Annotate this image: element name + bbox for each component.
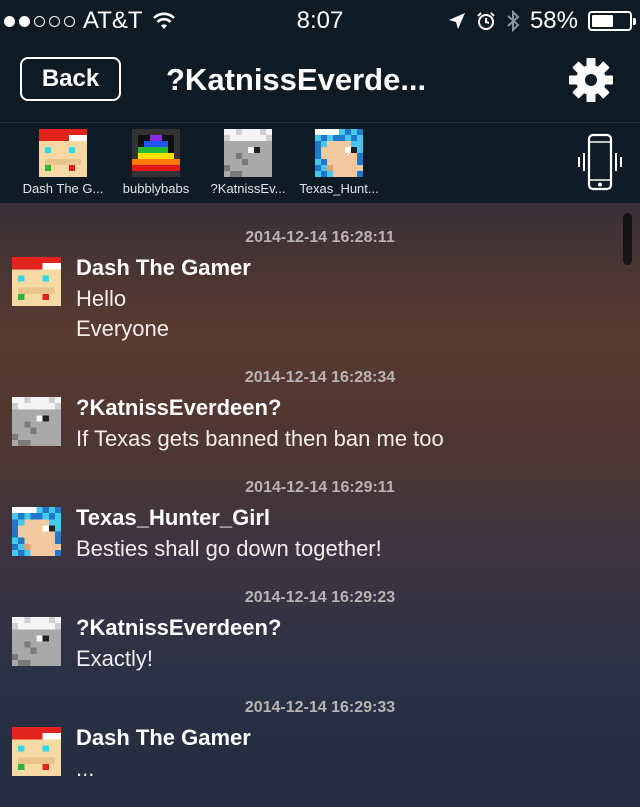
message-sender: ?KatnissEverdeen? — [76, 615, 282, 640]
nav-bar: Back ?KatnissEverde... — [0, 40, 640, 121]
location-arrow-icon — [448, 12, 466, 30]
message-text: Besties shall go down together! — [76, 536, 382, 561]
battery-level — [592, 15, 613, 27]
katniss-avatar[interactable] — [12, 397, 61, 446]
vibrate-phone-icon[interactable] — [576, 133, 624, 191]
message-timestamp: 2014-12-14 16:29:33 — [244, 699, 396, 716]
dash-avatar — [39, 129, 87, 177]
dash-avatar[interactable] — [12, 727, 61, 776]
member-strip: Dash The G... bubblybabs ?KatnissEv... T… — [0, 122, 640, 204]
message-sender: Texas_Hunter_Girl — [76, 505, 271, 530]
message-text: Hello — [76, 286, 127, 311]
message-text: If Texas gets banned then ban me too — [76, 426, 444, 451]
texas-avatar — [315, 129, 363, 177]
member-katniss[interactable]: ?KatnissEv... — [202, 129, 294, 196]
katniss-avatar — [224, 129, 272, 177]
alarm-clock-icon — [476, 11, 496, 31]
member-name: Dash The G... — [22, 181, 104, 196]
chat-title: ?KatnissEverde... — [166, 62, 427, 97]
texas-avatar[interactable] — [12, 507, 61, 556]
back-button[interactable]: Back — [20, 57, 121, 101]
member-name: bubblybabs — [122, 181, 190, 196]
message-text: Everyone — [76, 316, 169, 341]
member-dash[interactable]: Dash The G... — [17, 129, 109, 196]
gear-icon[interactable] — [568, 57, 614, 103]
message-sender: Dash The Gamer — [76, 255, 251, 280]
message-text: ... — [76, 756, 95, 781]
message-timestamp: 2014-12-14 16:29:11 — [245, 479, 395, 496]
katniss-avatar[interactable] — [12, 617, 61, 666]
member-texas[interactable]: Texas_Hunt... — [293, 129, 385, 196]
chat-area[interactable]: 2014-12-14 16:28:11 Dash The Gamer Hello… — [0, 203, 640, 807]
member-name: ?KatnissEv... — [210, 181, 286, 196]
member-name: Texas_Hunt... — [299, 181, 379, 196]
message-text: Exactly! — [76, 646, 154, 671]
message-timestamp: 2014-12-14 16:28:34 — [244, 369, 396, 386]
battery-percent: 58% — [529, 7, 578, 34]
dash-avatar[interactable] — [12, 257, 61, 306]
battery-icon — [588, 11, 636, 31]
message-timestamp: 2014-12-14 16:28:11 — [245, 229, 395, 246]
message-sender: Dash The Gamer — [76, 725, 251, 750]
bluetooth-icon — [506, 10, 520, 32]
status-right: 58% — [448, 7, 636, 35]
bubbly-avatar — [132, 129, 180, 177]
status-bar: AT&T 8:07 58% — [0, 0, 640, 40]
message-sender: ?KatnissEverdeen? — [76, 395, 282, 420]
member-bubblybabs[interactable]: bubblybabs — [110, 129, 202, 196]
message-timestamp: 2014-12-14 16:29:23 — [244, 589, 396, 606]
